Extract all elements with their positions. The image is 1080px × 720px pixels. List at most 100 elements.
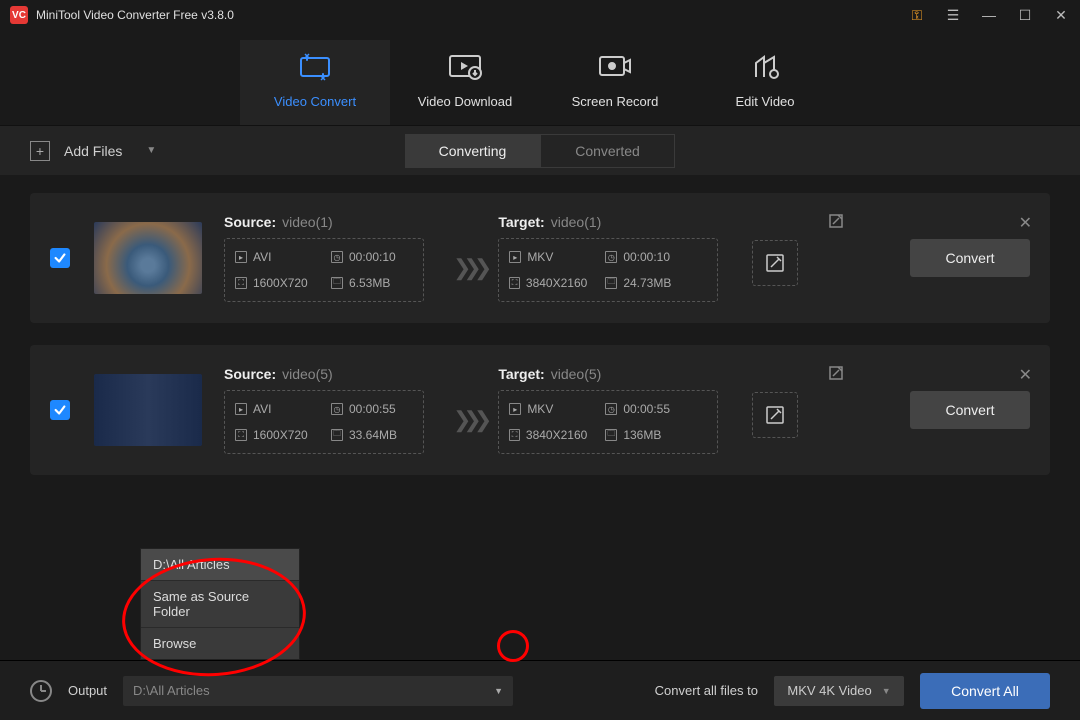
tab-label: Screen Record <box>540 94 690 109</box>
source-label: Source: <box>224 366 276 382</box>
chevron-down-icon: ▼ <box>882 686 891 696</box>
dropdown-item[interactable]: Same as Source Folder <box>141 581 299 628</box>
resolution-icon: ⛶ <box>235 429 247 441</box>
source-duration: 00:00:55 <box>349 402 396 416</box>
format-icon: ▸ <box>235 403 247 415</box>
resolution-icon: ⛶ <box>509 429 520 441</box>
tab-video-convert[interactable]: Video Convert <box>240 40 390 125</box>
convert-icon <box>240 50 390 84</box>
size-icon: 🗀 <box>605 277 617 289</box>
arrow-icon: ❯❯❯ <box>453 255 484 281</box>
tab-label: Edit Video <box>690 94 840 109</box>
source-duration: 00:00:10 <box>349 250 396 264</box>
source-format: AVI <box>253 250 271 264</box>
remove-icon[interactable]: ✕ <box>1019 365 1032 385</box>
edit-icon <box>690 50 840 84</box>
source-size: 6.53MB <box>349 276 390 290</box>
format-value: MKV 4K Video <box>787 683 871 698</box>
file-item: Source: video(5) ▸ AVI ◷ 00:00:55 ⛶ 1600X720… <box>30 345 1050 475</box>
video-thumbnail <box>94 374 202 446</box>
record-icon <box>540 50 690 84</box>
format-icon: ▸ <box>509 403 521 415</box>
source-name: video(5) <box>282 366 333 382</box>
output-label: Output <box>68 683 107 698</box>
minimize-icon[interactable]: — <box>980 7 998 23</box>
target-label: Target: <box>498 366 544 382</box>
size-icon: 🗀 <box>605 429 617 441</box>
target-name: video(1) <box>551 214 602 230</box>
output-path-select[interactable]: D:\All Articles ▼ <box>123 676 513 706</box>
schedule-icon[interactable] <box>30 680 52 702</box>
source-resolution: 1600X720 <box>253 428 308 442</box>
source-resolution: 1600X720 <box>253 276 308 290</box>
tab-video-download[interactable]: Video Download <box>390 40 540 125</box>
convert-all-label: Convert all files to <box>655 683 758 698</box>
tab-converting[interactable]: Converting <box>405 134 540 168</box>
target-duration: 00:00:55 <box>623 402 670 416</box>
output-format-select[interactable]: MKV 4K Video ▼ <box>774 676 904 706</box>
chevron-down-icon: ▼ <box>494 686 503 696</box>
target-size: 24.73MB <box>623 276 671 290</box>
plus-icon: + <box>30 141 50 161</box>
clock-icon: ◷ <box>605 251 617 263</box>
target-info: ▸ MKV ◷ 00:00:55 ⛶ 3840X2160 🗀 136MB <box>498 390 718 454</box>
menu-icon[interactable]: ☰ <box>944 7 962 24</box>
convert-button[interactable]: Convert <box>910 391 1030 429</box>
add-files-button[interactable]: + Add Files ▼ <box>30 141 156 161</box>
dropdown-item[interactable]: D:\All Articles <box>141 549 299 581</box>
app-logo: VC <box>10 6 28 24</box>
edit-icon[interactable] <box>828 213 844 234</box>
arrow-icon: ❯❯❯ <box>453 407 484 433</box>
tab-edit-video[interactable]: Edit Video <box>690 40 840 125</box>
annotation-circle <box>497 630 529 662</box>
clock-icon: ◷ <box>331 403 343 415</box>
target-size: 136MB <box>623 428 661 442</box>
source-info: ▸ AVI ◷ 00:00:10 ⛶ 1600X720 🗀 6.53MB <box>224 238 424 302</box>
output-path: D:\All Articles <box>133 683 210 698</box>
tab-label: Video Download <box>390 94 540 109</box>
target-label: Target: <box>498 214 544 230</box>
main-tabs: Video Convert Video Download Screen Reco… <box>0 30 1080 125</box>
edit-icon[interactable] <box>828 365 844 386</box>
video-thumbnail <box>94 222 202 294</box>
maximize-icon[interactable]: ☐ <box>1016 7 1034 24</box>
target-settings-button[interactable] <box>752 392 798 438</box>
chevron-down-icon[interactable]: ▼ <box>146 145 156 156</box>
clock-icon: ◷ <box>331 251 343 263</box>
target-resolution: 3840X2160 <box>526 276 587 290</box>
resolution-icon: ⛶ <box>235 277 247 289</box>
tab-converted[interactable]: Converted <box>540 134 675 168</box>
target-format: MKV <box>527 250 553 264</box>
tab-label: Video Convert <box>240 94 390 109</box>
convert-button[interactable]: Convert <box>910 239 1030 277</box>
resolution-icon: ⛶ <box>509 277 520 289</box>
format-icon: ▸ <box>509 251 521 263</box>
file-item: Source: video(1) ▸ AVI ◷ 00:00:10 ⛶ 1600X720… <box>30 193 1050 323</box>
convert-all-button[interactable]: Convert All <box>920 673 1050 709</box>
add-files-label: Add Files <box>64 143 122 159</box>
checkbox[interactable] <box>50 400 70 420</box>
source-format: AVI <box>253 402 271 416</box>
source-info: ▸AVI ◷00:00:55 ⛶1600X720 🗀33.64MB <box>224 390 424 454</box>
target-settings-button[interactable] <box>752 240 798 286</box>
target-resolution: 3840X2160 <box>526 428 587 442</box>
output-dropdown-menu: D:\All Articles Same as Source Folder Br… <box>140 548 300 660</box>
checkbox[interactable] <box>50 248 70 268</box>
clock-icon: ◷ <box>605 403 617 415</box>
download-icon <box>390 50 540 84</box>
source-name: video(1) <box>282 214 333 230</box>
target-format: MKV <box>527 402 553 416</box>
target-duration: 00:00:10 <box>623 250 670 264</box>
format-icon: ▸ <box>235 251 247 263</box>
target-name: video(5) <box>551 366 602 382</box>
app-title: MiniTool Video Converter Free v3.8.0 <box>36 8 908 22</box>
close-icon[interactable]: ✕ <box>1052 7 1070 24</box>
tab-screen-record[interactable]: Screen Record <box>540 40 690 125</box>
key-icon[interactable]: ⚿ <box>908 7 926 24</box>
dropdown-item[interactable]: Browse <box>141 628 299 659</box>
size-icon: 🗀 <box>331 277 343 289</box>
target-info: ▸ MKV ◷ 00:00:10 ⛶ 3840X2160 🗀 24.73MB <box>498 238 718 302</box>
size-icon: 🗀 <box>331 429 343 441</box>
source-label: Source: <box>224 214 276 230</box>
remove-icon[interactable]: ✕ <box>1019 213 1032 233</box>
